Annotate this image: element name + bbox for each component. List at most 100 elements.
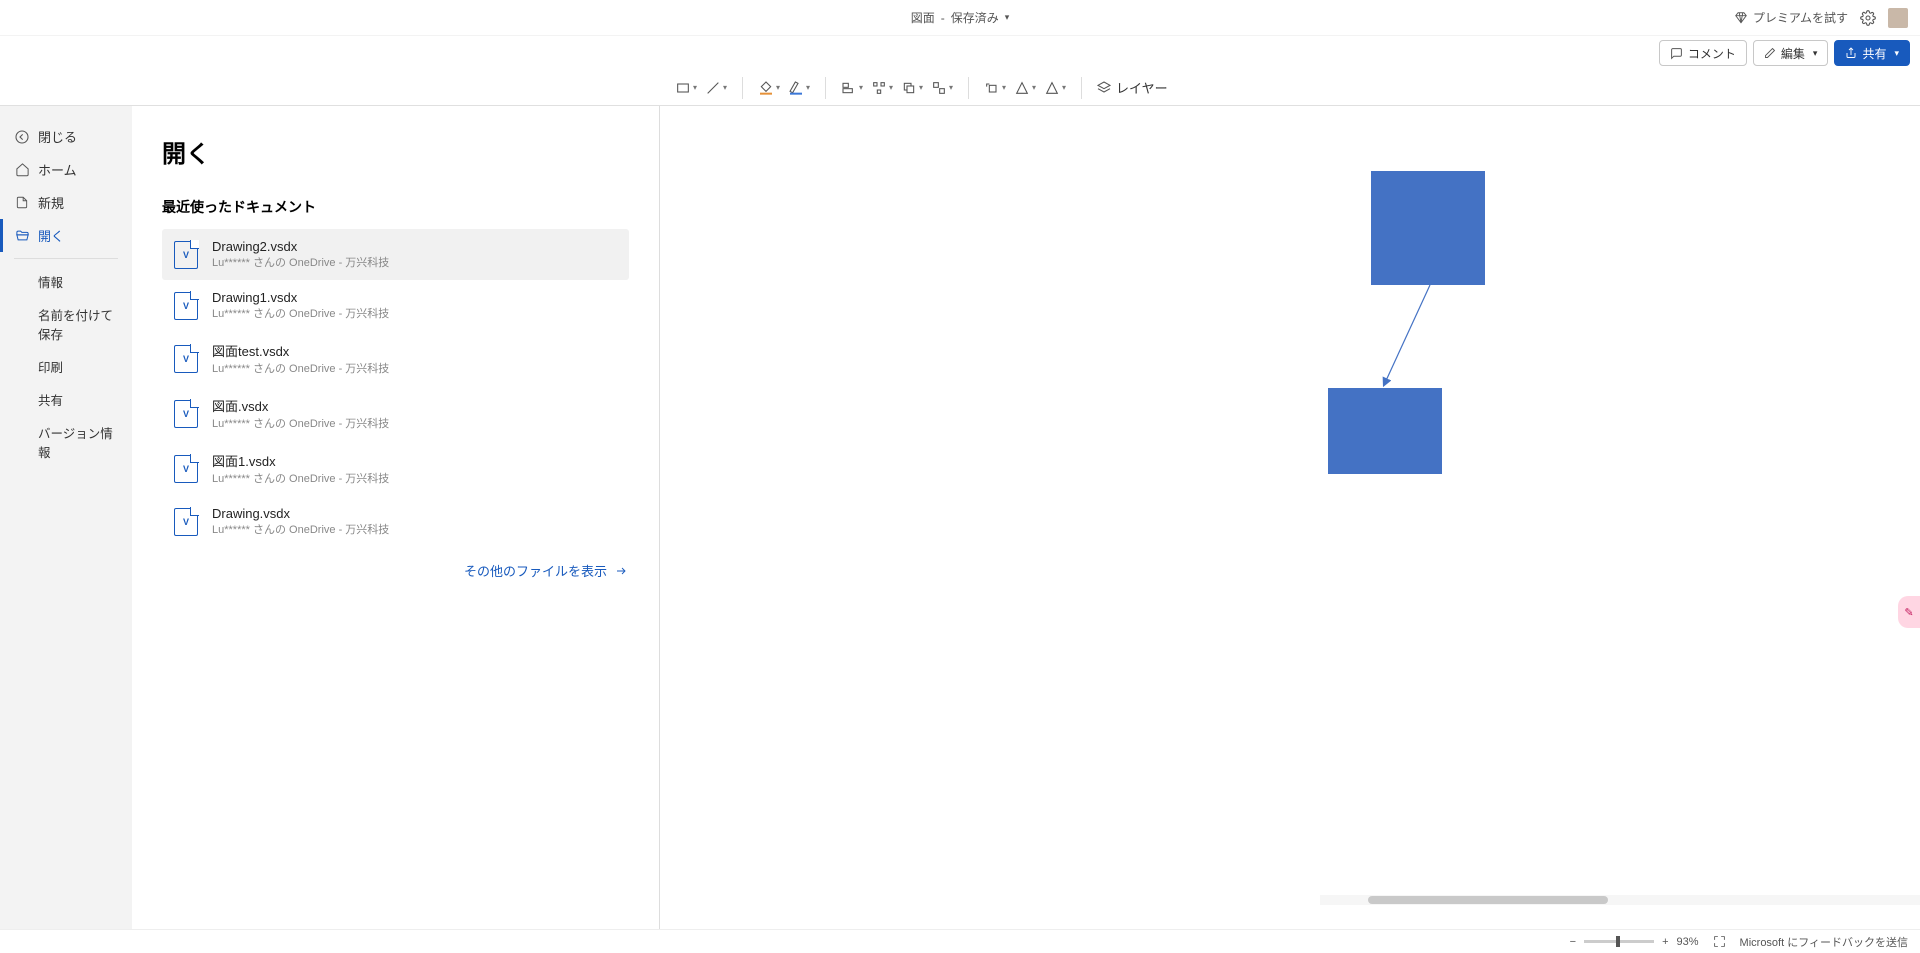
nav-print[interactable]: 印刷 — [0, 350, 132, 383]
comment-button[interactable]: コメント — [1659, 40, 1747, 66]
chevron-down-icon: ▾ — [723, 83, 727, 92]
doc-name: Drawing.vsdx — [212, 506, 389, 521]
helper-tab[interactable]: ✎ — [1898, 596, 1920, 628]
layer-label: レイヤー — [1116, 78, 1168, 97]
drawing-canvas[interactable] — [660, 106, 1920, 929]
nav-new-label: 新規 — [38, 193, 64, 212]
chevron-down-icon: ▾ — [806, 83, 810, 92]
nav-version[interactable]: バージョン情報 — [0, 416, 132, 468]
share-button[interactable]: 共有 — [1834, 40, 1910, 66]
rotate-button[interactable]: ▾ — [981, 74, 1009, 102]
nav-print-label: 印刷 — [38, 357, 63, 376]
chevron-down-icon: ▾ — [949, 83, 953, 92]
bring-front-button[interactable]: ▾ — [898, 74, 926, 102]
doc-path: Lu****** さんの OneDrive - 万兴科技 — [212, 415, 389, 431]
settings-button[interactable] — [1860, 10, 1876, 26]
doc-name: Drawing1.vsdx — [212, 290, 389, 305]
more-files-label: その他のファイルを表示 — [464, 561, 607, 580]
nav-close-label: 閉じる — [38, 127, 77, 146]
flip-button[interactable]: ▾ — [1011, 74, 1039, 102]
nav-shared-label: 共有 — [38, 390, 63, 409]
doc-row[interactable]: V 図面1.vsdx Lu****** さんの OneDrive - 万兴科技 — [162, 441, 629, 496]
visio-file-icon: V — [174, 241, 198, 269]
nav-open[interactable]: 開く — [0, 219, 132, 252]
scrollbar-thumb[interactable] — [1368, 896, 1608, 904]
feedback-link[interactable]: Microsoft にフィードバックを送信 — [1740, 934, 1908, 950]
fill-color-button[interactable]: ▾ — [755, 74, 783, 102]
separator — [825, 77, 826, 99]
doc-path: Lu****** さんの OneDrive - 万兴科技 — [212, 305, 389, 321]
shape-rect-button[interactable]: ▾ — [672, 74, 700, 102]
document-title[interactable]: 図面 - 保存済み ▾ — [911, 9, 1010, 26]
doc-row[interactable]: V 図面.vsdx Lu****** さんの OneDrive - 万兴科技 — [162, 386, 629, 441]
canvas-wrap: ✎ — [660, 106, 1920, 929]
premium-label: プレミアムを試す — [1753, 9, 1848, 26]
zoom-in-button[interactable]: + — [1662, 936, 1668, 948]
distribute-button[interactable]: ▾ — [868, 74, 896, 102]
line-color-button[interactable]: ▾ — [785, 74, 813, 102]
nav-shared[interactable]: 共有 — [0, 383, 132, 416]
chevron-down-icon: ▾ — [889, 83, 893, 92]
folder-open-icon — [14, 228, 30, 243]
title-bar: 図面 - 保存済み ▾ プレミアムを試す — [0, 0, 1920, 36]
connector-arrow[interactable] — [1380, 285, 1438, 389]
share-label: 共有 — [1862, 45, 1886, 62]
doc-name: 図面1.vsdx — [212, 451, 389, 470]
nav-home[interactable]: ホーム — [0, 153, 132, 186]
separator — [968, 77, 969, 99]
shape-rectangle-1[interactable] — [1371, 171, 1485, 285]
zoom-slider[interactable] — [1584, 940, 1654, 943]
edit-label: 編集 — [1781, 45, 1805, 62]
align-button[interactable]: ▾ — [838, 74, 866, 102]
home-icon — [14, 162, 30, 177]
arrow-right-icon — [613, 565, 629, 577]
nav-saveas[interactable]: 名前を付けて保存 — [0, 298, 132, 350]
try-premium-button[interactable]: プレミアムを試す — [1734, 9, 1848, 26]
show-more-files[interactable]: その他のファイルを表示 — [464, 561, 629, 580]
doc-path: Lu****** さんの OneDrive - 万兴科技 — [212, 360, 389, 376]
nav-close[interactable]: 閉じる — [0, 120, 132, 153]
doc-path: Lu****** さんの OneDrive - 万兴科技 — [212, 521, 389, 537]
comment-label: コメント — [1688, 45, 1736, 62]
edit-button[interactable]: 編集 — [1753, 40, 1829, 66]
chevron-down-icon: ▾ — [919, 83, 923, 92]
chevron-down-icon: ▾ — [1032, 83, 1036, 92]
visio-file-icon: V — [174, 292, 198, 320]
doc-name: Drawing2.vsdx — [212, 239, 389, 254]
back-arrow-icon — [14, 129, 30, 145]
user-avatar[interactable] — [1888, 8, 1908, 28]
visio-file-icon: V — [174, 400, 198, 428]
doc-row[interactable]: V Drawing2.vsdx Lu****** さんの OneDrive - … — [162, 229, 629, 280]
comment-icon — [1670, 47, 1683, 60]
shape-rectangle-2[interactable] — [1328, 388, 1442, 474]
chevron-down-icon: ▾ — [776, 83, 780, 92]
ribbon-toolbar: ▾ ▾ ▾ ▾ ▾ ▾ ▾ ▾ — [0, 70, 1920, 106]
doc-row[interactable]: V Drawing.vsdx Lu****** さんの OneDrive - 万… — [162, 496, 629, 547]
nav-new[interactable]: 新規 — [0, 186, 132, 219]
zoom-out-button[interactable]: − — [1570, 936, 1576, 948]
layers-icon — [1096, 80, 1112, 96]
nav-saveas-label: 名前を付けて保存 — [38, 305, 118, 343]
diamond-icon — [1734, 11, 1748, 25]
visio-file-icon: V — [174, 455, 198, 483]
status-bar: − + 93% Microsoft にフィードバックを送信 — [0, 929, 1920, 953]
doc-name: 図面test.vsdx — [212, 341, 389, 360]
command-bar: コメント 編集 共有 — [0, 36, 1920, 70]
group-button[interactable]: ▾ — [928, 74, 956, 102]
doc-row[interactable]: V 図面test.vsdx Lu****** さんの OneDrive - 万兴… — [162, 331, 629, 386]
chevron-down-icon: ▾ — [1005, 12, 1010, 23]
zoom-slider-thumb[interactable] — [1616, 936, 1620, 947]
doc-name: 図面 — [911, 9, 935, 26]
doc-row[interactable]: V Drawing1.vsdx Lu****** さんの OneDrive - … — [162, 280, 629, 331]
nav-info[interactable]: 情報 — [0, 265, 132, 298]
line-button[interactable]: ▾ — [702, 74, 730, 102]
nav-info-label: 情報 — [38, 272, 63, 291]
layer-button[interactable]: レイヤー — [1090, 78, 1174, 97]
text-direction-button[interactable]: ▾ — [1041, 74, 1069, 102]
fit-to-window-button[interactable] — [1713, 935, 1726, 948]
pencil-icon — [1764, 47, 1776, 59]
chevron-down-icon: ▾ — [859, 83, 863, 92]
title-separator: - — [941, 11, 945, 25]
separator — [742, 77, 743, 99]
horizontal-scrollbar[interactable] — [1320, 895, 1920, 905]
